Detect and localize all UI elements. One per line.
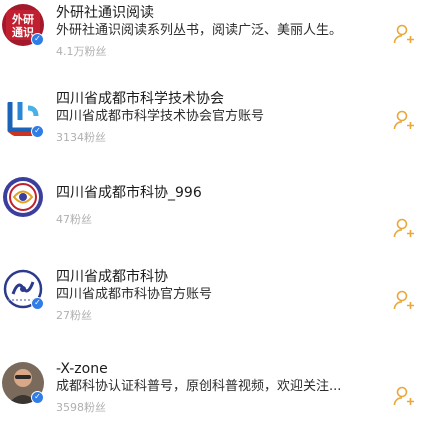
account-name[interactable]: 外研社通识阅读	[56, 4, 386, 22]
verified-badge-icon: ✓	[31, 297, 44, 310]
account-row[interactable]: ✓ -X-zone 成都科协认证科普号，原创科普视频，欢迎关注... 3598粉…	[0, 348, 433, 433]
account-bio: 四川省成都市科协官方账号	[56, 287, 213, 302]
fans-count: 3134粉丝	[56, 131, 106, 144]
account-row[interactable]: ✓ 四川省成都市科学技术协会 四川省成都市科学技术协会官方账号 3134粉丝	[0, 86, 433, 172]
account-name[interactable]: -X-zone	[56, 360, 386, 378]
fans-count: 47粉丝	[56, 213, 92, 226]
avatar[interactable]	[2, 176, 44, 218]
account-name[interactable]: 四川省成都市科协	[56, 268, 386, 286]
account-row[interactable]: 外研 通识 ✓ 外研社通识阅读 外研社通识阅读系列丛书，阅读广泛、美丽人生。 4…	[0, 0, 433, 86]
account-bio: 四川省成都市科学技术协会官方账号	[56, 109, 265, 124]
follow-user-icon[interactable]	[392, 384, 416, 408]
account-row[interactable]: ✓ 四川省成都市科协 四川省成都市科协官方账号 27粉丝	[0, 258, 433, 344]
follow-user-icon[interactable]	[392, 288, 416, 312]
svg-text:外研: 外研	[11, 12, 34, 26]
verified-badge-icon: ✓	[31, 391, 44, 404]
account-name[interactable]: 四川省成都市科协_996	[56, 184, 386, 202]
follow-user-icon[interactable]	[392, 22, 416, 46]
account-name[interactable]: 四川省成都市科学技术协会	[56, 90, 386, 108]
account-bio: 成都科协认证科普号，原创科普视频，欢迎关注...	[56, 379, 342, 394]
follow-user-icon[interactable]	[392, 108, 416, 132]
account-row[interactable]: 四川省成都市科协_996 47粉丝	[0, 176, 433, 262]
verified-badge-icon: ✓	[31, 125, 44, 138]
fans-count: 27粉丝	[56, 309, 92, 322]
search-result-list: 外研 通识 ✓ 外研社通识阅读 外研社通识阅读系列丛书，阅读广泛、美丽人生。 4…	[0, 0, 433, 433]
fans-count: 4.1万粉丝	[56, 45, 107, 58]
fans-count: 3598粉丝	[56, 401, 106, 414]
follow-user-icon[interactable]	[392, 216, 416, 240]
verified-badge-icon: ✓	[31, 33, 44, 46]
account-bio: 外研社通识阅读系列丛书，阅读广泛、美丽人生。	[56, 23, 343, 38]
